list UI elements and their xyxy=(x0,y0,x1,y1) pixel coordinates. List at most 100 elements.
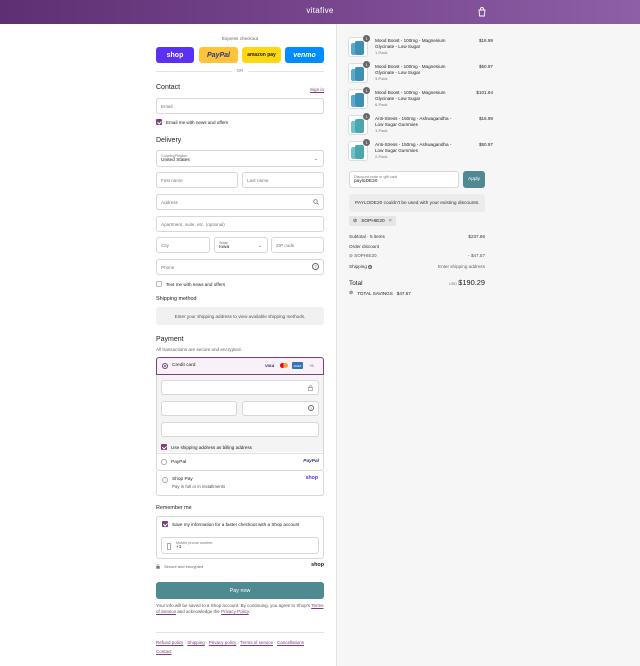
billing-address-checkbox[interactable] xyxy=(161,444,167,450)
total-savings-value: $47.57 xyxy=(396,290,411,296)
product-name: Mood Boost - 100mg - Magnesium Glycinate… xyxy=(375,90,453,108)
paypal-option[interactable]: PayPal PayPal xyxy=(157,454,323,471)
or-separator: OR xyxy=(232,68,248,73)
legal-notice: Your info will be saved to a Shop accoun… xyxy=(156,603,324,615)
phone-placeholder: Phone xyxy=(161,264,175,270)
secure-label: Secure and encrypted xyxy=(164,564,204,569)
security-code-field[interactable]: ? xyxy=(242,401,319,416)
remove-discount-icon[interactable]: × xyxy=(389,218,392,224)
total-savings-label: TOTAL SAVINGS xyxy=(357,290,393,296)
save-info-checkbox-row[interactable]: Save my information for a faster checkou… xyxy=(162,521,299,527)
shop-pay-button[interactable]: shop xyxy=(156,47,194,63)
amazon-pay-button[interactable]: amazon pay xyxy=(242,47,281,63)
privacy-policy-footer-link[interactable]: Privacy policy xyxy=(209,640,237,645)
help-icon[interactable]: ? xyxy=(368,265,373,269)
privacy-policy-link[interactable]: Privacy Policy xyxy=(221,609,249,614)
cart-bag-icon[interactable] xyxy=(477,6,487,17)
product-variant: 2-Pack xyxy=(375,154,388,159)
discount-code-field[interactable]: Discount code or gift card payloDE20 xyxy=(349,171,459,188)
first-name-field[interactable]: First name xyxy=(156,172,238,188)
save-info-checkbox[interactable] xyxy=(162,521,168,527)
name-on-card-field[interactable] xyxy=(161,422,319,437)
total-row: Total USD $190.29 xyxy=(349,278,485,287)
product-title: Mood Boost - 100mg - Magnesium Glycinate… xyxy=(375,38,446,49)
cancellations-link[interactable]: Cancellations xyxy=(277,640,304,645)
country-value: United States xyxy=(161,158,190,163)
zip-placeholder: ZIP code xyxy=(276,242,295,248)
last-name-field[interactable]: Last name xyxy=(242,172,324,188)
delivery-heading: Delivery xyxy=(156,137,182,144)
discount-code-value: payloDE20 xyxy=(354,179,378,184)
credit-card-option[interactable]: Credit card VISA AMEX +5 xyxy=(156,357,324,375)
product-variant: 1-Pack xyxy=(375,50,388,55)
city-field[interactable]: City xyxy=(156,237,210,253)
first-name-placeholder: First name xyxy=(161,177,183,183)
phone-field[interactable]: Phone ? xyxy=(156,259,324,275)
mobile-phone-icon xyxy=(167,543,171,550)
address-placeholder: Address xyxy=(161,199,178,205)
product-image: 1 xyxy=(348,87,370,109)
expiration-field[interactable] xyxy=(161,401,237,416)
apartment-field[interactable]: Apartment, suite, etc. (optional) xyxy=(156,216,324,232)
help-icon[interactable]: ? xyxy=(308,405,314,411)
quantity-badge: 1 xyxy=(363,61,370,68)
venmo-button[interactable]: venmo xyxy=(285,47,324,63)
shop-pay-logo: shop xyxy=(305,475,318,481)
email-field[interactable]: Email xyxy=(156,98,324,114)
sign-in-link[interactable]: Sign in xyxy=(300,87,324,92)
shop-pay-option[interactable]: Shop Pay Pay in full or in installments … xyxy=(156,471,324,496)
cart-item: 1 Mood Boost - 100mg - Magnesium Glycina… xyxy=(348,35,493,59)
discount-error-message: PAYLODE20 couldn't be used with your exi… xyxy=(349,194,485,212)
search-icon xyxy=(313,199,319,205)
billing-checkbox-row[interactable]: Use shipping address as billing address xyxy=(161,444,252,450)
zip-field[interactable]: ZIP code xyxy=(271,237,324,253)
legal-text: and acknowledge the xyxy=(177,609,220,615)
chevron-down-icon: ⌄ xyxy=(257,243,262,249)
shop-logo: shop xyxy=(311,562,324,568)
product-variant: 6-Pack xyxy=(375,102,388,107)
contact-link[interactable]: Contact xyxy=(156,649,172,654)
pay-now-button[interactable]: Pay now xyxy=(156,582,324,599)
total-value: $190.29 xyxy=(458,278,485,287)
express-checkout-label: Express checkout xyxy=(221,36,259,41)
mobile-phone-field[interactable]: Mobile phone number +1 xyxy=(161,537,319,554)
cart-item: 1 Anti-Stress - 150mg - Ashwagandha - Lo… xyxy=(348,113,493,137)
terms-of-service-footer-link[interactable]: Terms of service xyxy=(240,640,273,645)
text-news-checkbox[interactable] xyxy=(156,281,162,287)
mobile-phone-value: +1 xyxy=(176,545,182,550)
last-name-placeholder: Last name xyxy=(247,177,269,183)
amex-icon: AMEX xyxy=(292,362,303,369)
product-title: Mood Boost - 100mg - Magnesium Glycinate… xyxy=(375,64,446,75)
country-select[interactable]: Country/Region United States ⌄ xyxy=(156,150,324,167)
more-cards-label: +5 xyxy=(309,363,314,368)
text-news-checkbox-row[interactable]: Text me with news and offers xyxy=(156,281,225,287)
apply-button[interactable]: Apply xyxy=(463,171,485,188)
product-title: Mood Boost - 100mg - Magnesium Glycinate… xyxy=(375,90,446,101)
help-icon[interactable]: ? xyxy=(312,263,319,270)
product-name: Mood Boost - 100mg - Magnesium Glycinate… xyxy=(375,38,453,56)
paypal-radio[interactable] xyxy=(161,459,167,465)
subtotal-row: Subtotal · 5 items $237.86 xyxy=(349,234,485,239)
shop-pay-radio[interactable] xyxy=(162,477,168,483)
paypal-button[interactable]: PayPal xyxy=(199,47,238,63)
brand-logo[interactable]: vitafive xyxy=(0,6,640,15)
state-select[interactable]: State Iowa ⌄ xyxy=(214,237,268,253)
mobile-phone-label: Mobile phone number xyxy=(176,541,213,545)
secure-notice: Secure and encrypted xyxy=(156,564,203,569)
shipping-method-heading: Shipping method xyxy=(156,296,197,302)
currency-label: USD xyxy=(448,282,457,286)
card-number-field[interactable] xyxy=(161,380,319,395)
email-news-checkbox-row[interactable]: Email me with news and offers xyxy=(156,119,228,125)
payment-heading: Payment xyxy=(156,336,184,343)
footer-links: Refund policy · Shipping · Privacy polic… xyxy=(156,640,305,654)
product-image: 1 xyxy=(348,139,370,161)
email-news-checkbox[interactable] xyxy=(156,119,162,125)
credit-card-radio[interactable] xyxy=(162,363,168,369)
shipping-policy-link[interactable]: Shipping xyxy=(187,640,205,645)
credit-card-label: Credit card xyxy=(172,363,196,368)
cart-item: 1 Mood Boost - 100mg - Magnesium Glycina… xyxy=(348,61,493,85)
product-image: 1 xyxy=(348,61,370,83)
chevron-down-icon: ⌄ xyxy=(313,156,318,162)
address-field[interactable]: Address xyxy=(156,194,324,210)
refund-policy-link[interactable]: Refund policy xyxy=(156,640,183,645)
